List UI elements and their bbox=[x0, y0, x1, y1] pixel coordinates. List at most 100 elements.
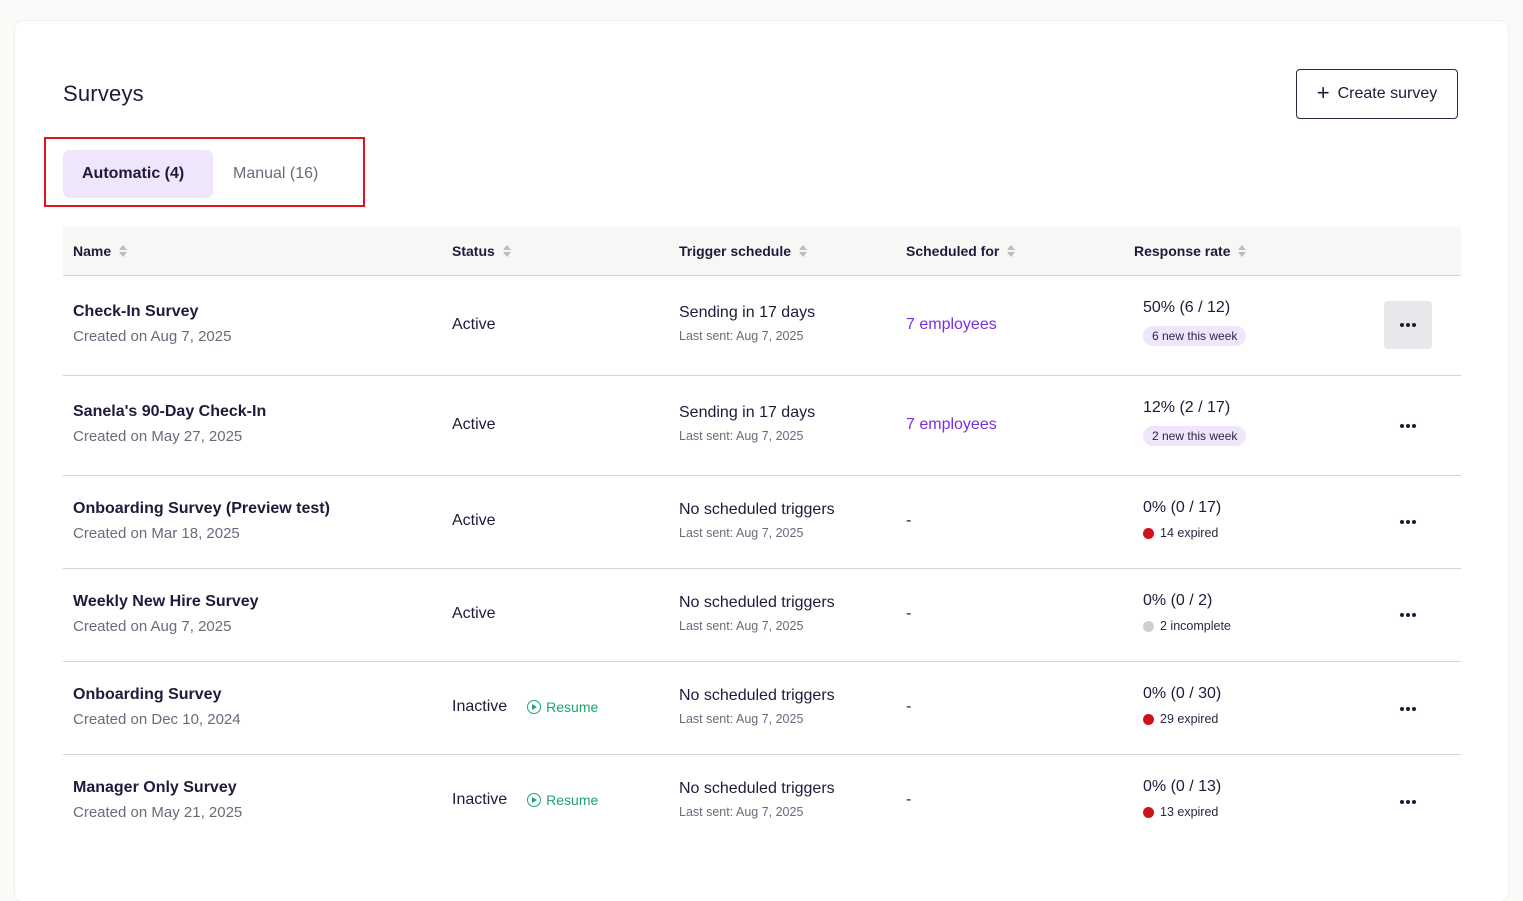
expired-note: 13 expired bbox=[1143, 805, 1221, 819]
column-header-label: Name bbox=[73, 243, 112, 259]
more-horizontal-icon bbox=[1400, 323, 1416, 327]
response-rate-value: 0% (0 / 13) bbox=[1143, 778, 1222, 795]
survey-name-cell: Check-In Survey Created on Aug 7, 2025 bbox=[73, 303, 231, 345]
more-horizontal-icon bbox=[1400, 613, 1416, 617]
trigger-cell: No scheduled triggers Last sent: Aug 7, … bbox=[679, 780, 835, 819]
sort-icon bbox=[1238, 245, 1247, 257]
table-row[interactable]: Onboarding Survey (Preview test) Created… bbox=[63, 476, 1461, 569]
table-header: Name Status Trigger schedule Scheduled f… bbox=[63, 227, 1461, 276]
trigger-cell: No scheduled triggers Last sent: Aug 7, … bbox=[679, 594, 835, 633]
row-actions-button[interactable] bbox=[1384, 778, 1432, 826]
column-header-label: Response rate bbox=[1134, 243, 1231, 259]
expired-dot-icon bbox=[1143, 713, 1154, 725]
survey-name-cell: Sanela's 90-Day Check-In Created on May … bbox=[73, 403, 266, 445]
survey-name[interactable]: Onboarding Survey (Preview test) bbox=[73, 500, 330, 518]
status-cell: Inactive Resume bbox=[452, 698, 598, 716]
status-text: Inactive bbox=[452, 698, 508, 715]
sort-icon bbox=[119, 245, 128, 257]
create-survey-label: Create survey bbox=[1337, 85, 1438, 102]
trigger-schedule-text: Sending in 17 days bbox=[679, 404, 816, 421]
scheduled-for-text: - bbox=[906, 698, 912, 715]
scheduled-for-link[interactable]: 7 employees bbox=[906, 316, 997, 334]
status-text: Active bbox=[452, 512, 496, 529]
row-actions-button[interactable] bbox=[1384, 301, 1432, 349]
survey-name[interactable]: Sanela's 90-Day Check-In bbox=[73, 403, 266, 421]
response-rate-value: 0% (0 / 30) bbox=[1143, 685, 1222, 702]
response-rate-cell: 50% (6 / 12) 6 new this week bbox=[1143, 299, 1247, 346]
row-actions-button[interactable] bbox=[1384, 591, 1432, 639]
scheduled-for-text: - bbox=[906, 791, 912, 808]
incomplete-note-text: 2 incomplete bbox=[1160, 619, 1231, 633]
tab-manual[interactable]: Manual (16) bbox=[214, 150, 337, 198]
page-title: Surveys bbox=[63, 81, 144, 106]
survey-name[interactable]: Onboarding Survey bbox=[73, 686, 241, 704]
trigger-schedule-text: No scheduled triggers bbox=[679, 780, 835, 797]
column-header-trigger-schedule[interactable]: Trigger schedule bbox=[679, 227, 808, 275]
survey-created-date: Created on Dec 10, 2024 bbox=[73, 711, 241, 728]
column-header-scheduled-for[interactable]: Scheduled for bbox=[906, 227, 1016, 275]
expired-dot-icon bbox=[1143, 806, 1154, 818]
create-survey-button[interactable]: + Create survey bbox=[1296, 69, 1458, 119]
more-horizontal-icon bbox=[1400, 707, 1416, 711]
response-rate-value: 12% (2 / 17) bbox=[1143, 399, 1231, 416]
last-sent-text: Last sent: Aug 7, 2025 bbox=[679, 329, 804, 343]
play-circle-icon bbox=[527, 793, 542, 807]
more-horizontal-icon bbox=[1400, 800, 1416, 804]
survey-created-date: Created on May 27, 2025 bbox=[73, 428, 243, 445]
row-actions-button[interactable] bbox=[1384, 402, 1432, 450]
resume-label: Resume bbox=[546, 792, 599, 808]
last-sent-text: Last sent: Aug 7, 2025 bbox=[679, 805, 804, 819]
survey-name-cell: Weekly New Hire Survey Created on Aug 7,… bbox=[73, 593, 259, 635]
trigger-cell: No scheduled triggers Last sent: Aug 7, … bbox=[679, 687, 835, 726]
last-sent-text: Last sent: Aug 7, 2025 bbox=[679, 712, 804, 726]
column-header-name[interactable]: Name bbox=[73, 227, 128, 275]
row-actions-button[interactable] bbox=[1384, 498, 1432, 546]
survey-name[interactable]: Manager Only Survey bbox=[73, 779, 242, 797]
more-horizontal-icon bbox=[1400, 424, 1416, 428]
survey-name[interactable]: Check-In Survey bbox=[73, 303, 231, 321]
trigger-schedule-text: No scheduled triggers bbox=[679, 594, 835, 611]
surveys-table: Name Status Trigger schedule Scheduled f… bbox=[63, 227, 1461, 847]
expired-note-text: 14 expired bbox=[1160, 526, 1219, 540]
tab-automatic[interactable]: Automatic (4) bbox=[63, 150, 213, 198]
row-actions-button[interactable] bbox=[1384, 685, 1432, 733]
column-header-status[interactable]: Status bbox=[452, 227, 511, 275]
response-rate-cell: 12% (2 / 17) 2 new this week bbox=[1143, 399, 1247, 446]
last-sent-text: Last sent: Aug 7, 2025 bbox=[679, 429, 804, 443]
survey-created-date: Created on Mar 18, 2025 bbox=[73, 525, 240, 542]
response-rate-value: 0% (0 / 17) bbox=[1143, 499, 1222, 516]
resume-label: Resume bbox=[546, 699, 599, 715]
status-cell: Active bbox=[452, 512, 496, 530]
resume-button[interactable]: Resume bbox=[527, 792, 598, 808]
status-text: Active bbox=[452, 316, 496, 333]
trigger-cell: No scheduled triggers Last sent: Aug 7, … bbox=[679, 501, 835, 540]
table-row[interactable]: Weekly New Hire Survey Created on Aug 7,… bbox=[63, 569, 1461, 662]
status-cell: Inactive Resume bbox=[452, 791, 598, 809]
scheduled-for-link[interactable]: 7 employees bbox=[906, 416, 997, 434]
last-sent-text: Last sent: Aug 7, 2025 bbox=[679, 526, 804, 540]
status-text: Active bbox=[452, 605, 496, 622]
new-this-week-badge: 2 new this week bbox=[1143, 426, 1247, 446]
table-row[interactable]: Manager Only Survey Created on May 21, 2… bbox=[63, 755, 1461, 847]
trigger-schedule-text: No scheduled triggers bbox=[679, 687, 835, 704]
sort-icon bbox=[1007, 245, 1016, 257]
response-rate-cell: 0% (0 / 30) 29 expired bbox=[1143, 685, 1221, 726]
column-header-response-rate[interactable]: Response rate bbox=[1134, 227, 1247, 275]
expired-note-text: 13 expired bbox=[1160, 805, 1219, 819]
survey-created-date: Created on Aug 7, 2025 bbox=[73, 618, 232, 635]
trigger-cell: Sending in 17 days Last sent: Aug 7, 202… bbox=[679, 404, 815, 443]
survey-name-cell: Manager Only Survey Created on May 21, 2… bbox=[73, 779, 242, 821]
table-row[interactable]: Check-In Survey Created on Aug 7, 2025 A… bbox=[63, 276, 1461, 376]
status-text: Inactive bbox=[452, 791, 508, 808]
resume-button[interactable]: Resume bbox=[527, 699, 598, 715]
surveys-card: Surveys + Create survey Automatic (4) Ma… bbox=[15, 21, 1508, 901]
column-header-label: Trigger schedule bbox=[679, 243, 792, 259]
survey-created-date: Created on May 21, 2025 bbox=[73, 804, 243, 821]
response-rate-value: 0% (0 / 2) bbox=[1143, 592, 1213, 609]
table-row[interactable]: Onboarding Survey Created on Dec 10, 202… bbox=[63, 662, 1461, 755]
survey-name[interactable]: Weekly New Hire Survey bbox=[73, 593, 259, 611]
status-cell: Active bbox=[452, 316, 496, 334]
plus-icon: + bbox=[1316, 80, 1330, 105]
sort-icon bbox=[799, 245, 808, 257]
table-row[interactable]: Sanela's 90-Day Check-In Created on May … bbox=[63, 376, 1461, 476]
